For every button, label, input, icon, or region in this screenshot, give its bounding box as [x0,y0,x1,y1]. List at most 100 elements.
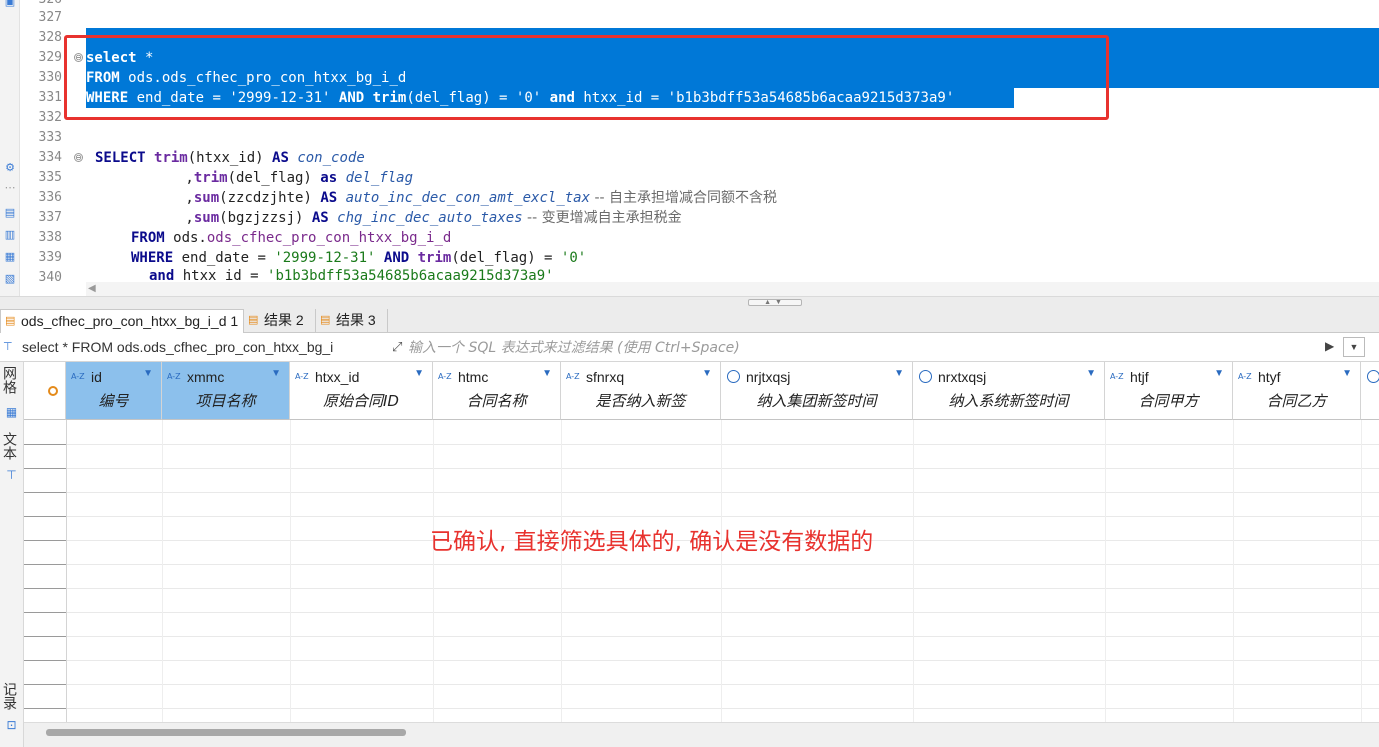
text-type-icon: A-Z [1238,372,1252,381]
datetime-type-icon [727,370,740,383]
row-number-line [24,516,66,517]
export-icon[interactable]: ▥ [2,227,18,243]
row-number-line [24,492,66,493]
editor-horizontal-scrollbar[interactable]: ◀ [86,282,1379,296]
tab-result-2[interactable]: ▤ 结果 2 [244,309,316,333]
line-number: 335 [38,170,62,185]
sort-icon[interactable]: ▼ [1214,368,1224,379]
code-line[interactable]: WHERE end_date = '2999-12-31' AND trim(d… [131,248,586,268]
code-line[interactable]: SELECT trim(htxx_id) AS con_code [95,148,365,168]
column-line [433,420,434,722]
text-mode-icon[interactable]: ⊤ [4,468,19,483]
record-view-tab[interactable]: 记录 [2,682,20,710]
grid-horizontal-scrollbar[interactable] [24,722,1379,747]
filter-input[interactable] [408,337,1320,359]
result-view-switcher: 网格 ▦ 文本 ⊤ 记录 ⊡ [0,362,24,747]
column-line [561,420,562,722]
line-number: 338 [38,230,62,245]
dots-icon: ⋯ [4,181,16,194]
sql-editor[interactable]: ▣ ⚙ ⋯ ▤ ▥ ▦ ▧ 326 327 328 329 330 331 33… [0,0,1379,298]
line-number: 330 [38,70,62,85]
select-all-icon[interactable] [48,386,58,396]
grid-icon[interactable]: ▦ [4,405,19,420]
execute-script-icon[interactable]: ▤ [2,205,18,221]
column-header-nrjtxqsj[interactable]: nrjtxqsj ▼ 纳入集团新签时间 [721,362,913,420]
expand-icon[interactable]: ⤢ [392,339,402,355]
grid-corner[interactable] [24,362,66,420]
row-line [66,636,1379,637]
sql-filter-icon: ⊤ [3,341,13,353]
column-header-xmmc[interactable]: A-Z xmmc ▼ 项目名称 [162,362,290,420]
text-type-icon: A-Z [438,372,452,381]
annotation-note: 已确认, 直接筛选具体的, 确认是没有数据的 [430,529,874,555]
sort-icon[interactable]: ▼ [894,368,904,379]
row-line [66,564,1379,565]
tab-result-1[interactable]: ▤ ods_cfhec_pro_con_htxx_bg_i_d 1 [0,309,244,333]
datetime-type-icon [919,370,932,383]
text-type-icon: A-Z [566,372,580,381]
column-line [1105,420,1106,722]
sort-icon[interactable]: ▼ [271,368,281,379]
row-number-line [24,636,66,637]
code-line[interactable]: ,sum(bgzjzzsj) AS chg_inc_dec_auto_taxes… [118,208,681,228]
gear-icon[interactable]: ⚙ [2,160,18,176]
column-line [1361,420,1362,722]
datetime-type-icon [1367,370,1379,383]
text-view-tab[interactable]: 文本 [2,432,20,460]
line-number: 328 [38,30,62,45]
column-line [1233,420,1234,722]
column-header-htjf[interactable]: A-Z htjf ▼ 合同甲方 [1105,362,1233,420]
row-number-line [24,540,66,541]
line-number: 327 [38,10,62,25]
result-table-icon: ▤ [248,314,259,326]
column-header-htxx-id[interactable]: A-Z htxx_id ▼ 原始合同ID [290,362,433,420]
scroll-left-icon[interactable]: ◀ [88,283,96,294]
column-header-htmc[interactable]: A-Z htmc ▼ 合同名称 [433,362,561,420]
row-line [66,444,1379,445]
column-line [290,420,291,722]
filter-history-dropdown[interactable]: ▼ [1343,337,1365,357]
result-tabs: ▤ ods_cfhec_pro_con_htxx_bg_i_d 1 ▤ 结果 2… [0,308,1379,333]
line-number: 334 [38,150,62,165]
row-line [66,492,1379,493]
splitter-grip-icon[interactable]: ▲▼ [748,299,802,306]
code-line[interactable]: ,trim(del_flag) as del_flag [118,168,413,188]
row-number-line [24,708,66,709]
tab-result-3[interactable]: ▤ 结果 3 [316,309,388,333]
row-header-border [66,420,67,722]
editor-toolbar: ▣ ⚙ ⋯ ▤ ▥ ▦ ▧ [0,0,20,298]
text-type-icon: A-Z [167,372,181,381]
column-header-id[interactable]: A-Z id ▼ 编号 [66,362,162,420]
scrollbar-thumb[interactable] [46,729,406,736]
column-line [913,420,914,722]
sort-icon[interactable]: ▼ [414,368,424,379]
row-line [66,612,1379,613]
sort-icon[interactable]: ▼ [1342,368,1352,379]
line-number: 340 [38,270,62,285]
line-number: 332 [38,110,62,125]
line-number: 329 [38,50,62,65]
sort-icon[interactable]: ▼ [542,368,552,379]
outline-icon[interactable]: ▧ [2,271,18,287]
sql-console-icon[interactable]: ▣ [2,0,18,10]
column-header-sfnrxq[interactable]: A-Z sfnrxq ▼ 是否纳入新签 [561,362,721,420]
column-header-htyf[interactable]: A-Z htyf ▼ 合同乙方 [1233,362,1361,420]
apply-filter-icon[interactable]: ▶ [1325,339,1334,353]
sort-icon[interactable]: ▼ [143,368,153,379]
explain-plan-icon[interactable]: ▦ [2,249,18,265]
row-number-line [24,468,66,469]
sort-icon[interactable]: ▼ [702,368,712,379]
column-header-nrxtxqsj[interactable]: nrxtxqsj ▼ 纳入系统新签时间 [913,362,1105,420]
filter-bar: ⊤ select * FROM ods.ods_cfhec_pro_con_ht… [0,334,1379,362]
row-number-line [24,660,66,661]
code-line[interactable]: ,sum(zzcdzjhte) AS auto_inc_dec_con_amt_… [118,188,777,208]
column-header-next[interactable] [1361,362,1379,420]
fold-toggle-icon[interactable]: ⊖ [74,153,83,162]
row-number-line [24,684,66,685]
result-table-icon: ▤ [320,314,331,326]
code-line[interactable]: FROM ods.ods_cfhec_pro_con_htxx_bg_i_d [131,228,451,248]
panel-splitter[interactable]: ▲▼ [0,296,1379,308]
grid-view-tab[interactable]: 网格 [2,366,20,394]
record-mode-icon[interactable]: ⊡ [4,718,19,733]
sort-icon[interactable]: ▼ [1086,368,1096,379]
